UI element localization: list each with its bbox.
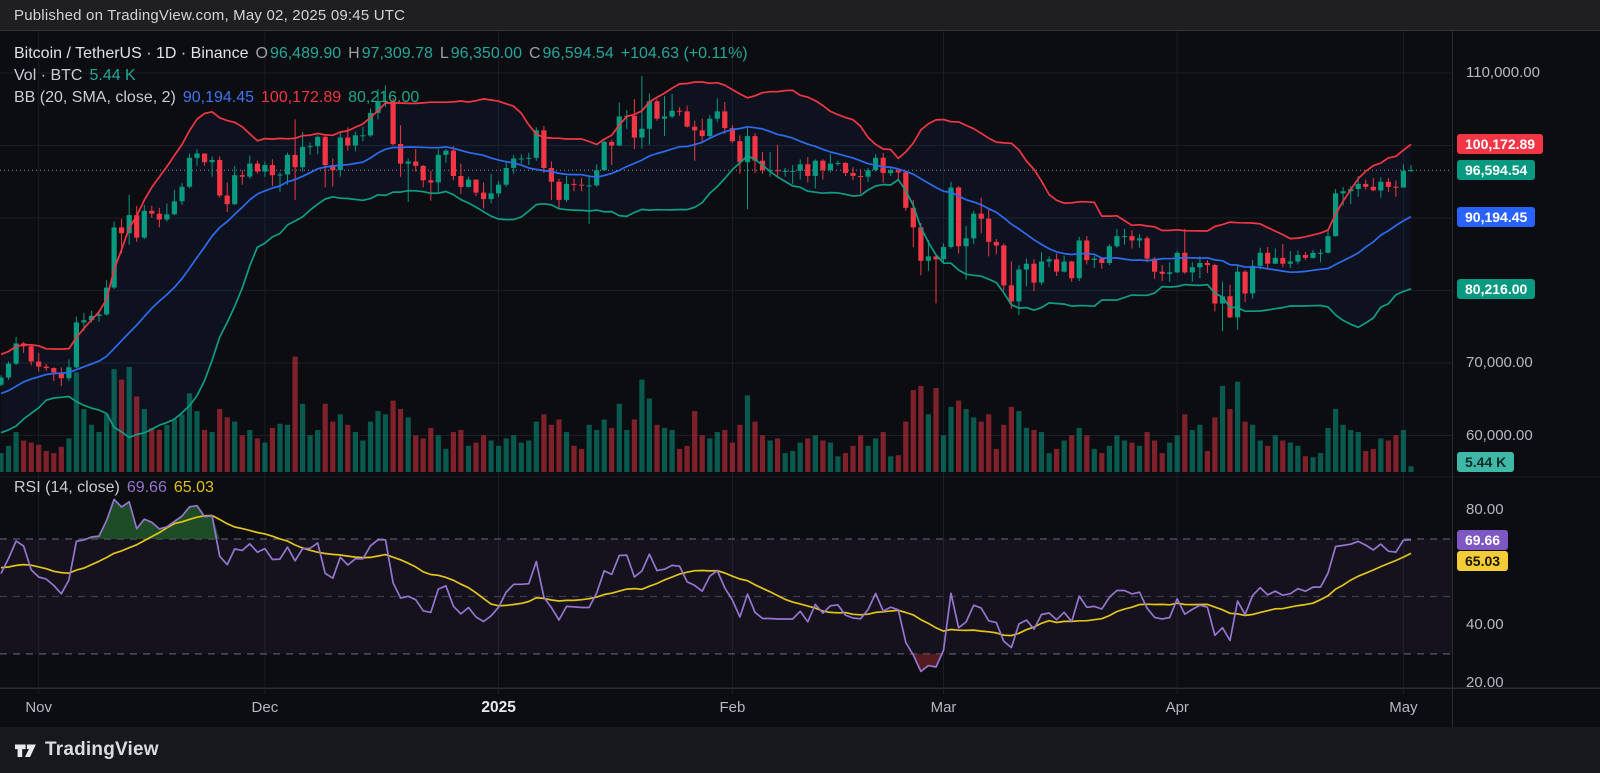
symbol-row: Bitcoin / TetherUS · 1D · Binance O96,48…: [14, 43, 748, 65]
price-axis-badge: 90,194.45: [1457, 207, 1535, 227]
rsi-ma-value: 65.03: [174, 479, 214, 497]
rsi-axis-label: 40.00: [1466, 616, 1504, 633]
rsi-axis-badge: 65.03: [1457, 551, 1508, 571]
price-axis-label: 60,000.00: [1466, 427, 1533, 444]
time-axis-label: Apr: [1166, 699, 1189, 716]
price-axis-badge: 100,172.89: [1457, 134, 1543, 154]
rsi-axis-badge: 69.66: [1457, 530, 1508, 550]
published-chart-page: Published on TradingView.com, May 02, 20…: [0, 0, 1600, 773]
time-axis-label: May: [1389, 699, 1417, 716]
time-axis-label: Dec: [252, 699, 279, 716]
bb-basis-value: 90,194.45: [183, 87, 254, 109]
chart-legend: Bitcoin / TetherUS · 1D · Binance O96,48…: [14, 43, 748, 109]
change-value: +104.63 (+0.11%): [621, 43, 748, 65]
price-axis-badge: 96,594.54: [1457, 160, 1535, 180]
chart-canvas[interactable]: [0, 31, 1452, 688]
price-axis-label: 70,000.00: [1466, 354, 1533, 371]
rsi-legend: RSI (14, close) 69.66 65.03: [14, 479, 214, 497]
volume-indicator-label: Vol · BTC: [14, 65, 82, 87]
tradingview-logo-icon: [13, 738, 38, 763]
rsi-axis-label: 80.00: [1466, 501, 1504, 518]
bb-indicator-row: BB (20, SMA, close, 2) 90,194.45 100,172…: [14, 87, 748, 109]
bb-upper-value: 100,172.89: [261, 87, 341, 109]
tradingview-logo[interactable]: TradingView: [13, 738, 159, 763]
price-axis-badge: 80,216.00: [1457, 279, 1535, 299]
high-value: H97,309.78: [348, 43, 433, 65]
price-axis[interactable]: 110,000.00 70,000.00 60,000.00 100,172.89 96…: [1452, 31, 1600, 727]
published-caption: Published on TradingView.com, May 02, 20…: [14, 7, 405, 24]
volume-indicator-row: Vol · BTC 5.44 K: [14, 65, 748, 87]
price-axis-label: 110,000.00: [1466, 64, 1540, 81]
time-axis-label: 2025: [481, 699, 515, 717]
footer-bar: TradingView: [0, 727, 1600, 773]
symbol-title: Bitcoin / TetherUS · 1D · Binance: [14, 43, 248, 65]
time-axis-label: Feb: [719, 699, 745, 716]
bb-lower-value: 80,216.00: [348, 87, 419, 109]
publish-header-bar: Published on TradingView.com, May 02, 20…: [0, 0, 1600, 31]
time-axis[interactable]: Nov Dec 2025 Feb Mar Apr May: [0, 688, 1600, 728]
low-value: L96,350.00: [440, 43, 522, 65]
time-axis-label: Nov: [25, 699, 52, 716]
volume-axis-badge: 5.44 K: [1457, 452, 1514, 472]
close-value: C96,594.54: [529, 43, 614, 65]
tradingview-logo-text: TradingView: [45, 739, 159, 761]
open-value: O96,489.90: [255, 43, 341, 65]
volume-indicator-value: 5.44 K: [89, 65, 135, 87]
time-axis-label: Mar: [931, 699, 957, 716]
rsi-indicator-label: RSI (14, close): [14, 479, 120, 497]
rsi-value: 69.66: [127, 479, 167, 497]
bb-indicator-label: BB (20, SMA, close, 2): [14, 87, 176, 109]
